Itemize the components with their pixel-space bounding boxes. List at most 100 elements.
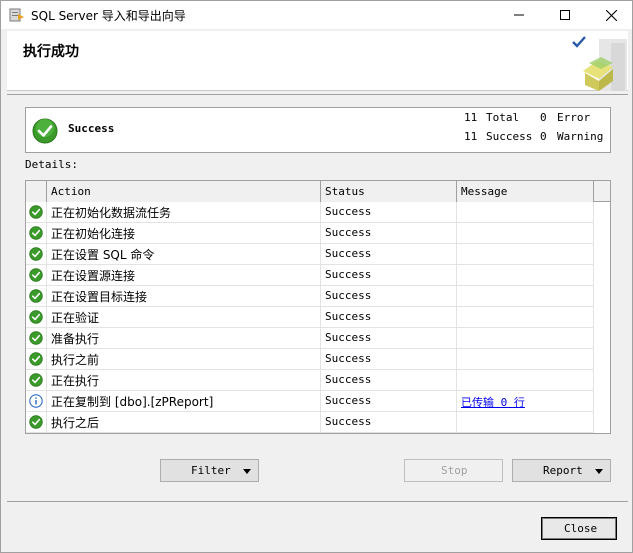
row-icon-cell (26, 244, 47, 265)
total-count: 11 (464, 111, 478, 124)
summary-status-text: Success (68, 122, 115, 135)
report-button-label: Report (543, 464, 583, 477)
row-status: Success (321, 286, 457, 307)
table-row[interactable]: 执行之前 Success (26, 349, 594, 370)
wizard-window: SQL Server 导入和导出向导 执行成功 Success 11 Total… (0, 0, 633, 553)
filter-button-label: Filter (191, 464, 231, 477)
table-row[interactable]: 正在复制到 [dbo].[zPReport] Success 已传输 0 行 (26, 391, 594, 412)
success-icon (29, 415, 43, 429)
close-icon (605, 9, 617, 21)
row-message: 已传输 0 行 (457, 391, 594, 412)
minimize-icon (514, 14, 524, 16)
row-message (457, 307, 594, 328)
row-icon-cell (26, 412, 47, 433)
row-icon-cell (26, 328, 47, 349)
row-action: 执行之后 (47, 412, 321, 433)
close-window-button[interactable] (588, 1, 633, 29)
table-row[interactable]: 正在设置源连接 Success (26, 265, 594, 286)
row-status: Success (321, 412, 457, 433)
info-icon (29, 394, 43, 408)
row-icon-cell (26, 223, 47, 244)
row-status: Success (321, 307, 457, 328)
row-action: 正在复制到 [dbo].[zPReport] (47, 391, 321, 412)
title-bar[interactable]: SQL Server 导入和导出向导 (1, 1, 632, 29)
window-title: SQL Server 导入和导出向导 (31, 9, 186, 23)
row-status: Success (321, 265, 457, 286)
error-label: Error (557, 111, 591, 124)
table-row[interactable]: 正在初始化连接 Success (26, 223, 594, 244)
row-action: 正在设置源连接 (47, 265, 321, 286)
row-icon-cell (26, 202, 47, 223)
row-message (457, 370, 594, 391)
header-action[interactable]: Action (47, 181, 321, 202)
success-icon (29, 247, 43, 261)
row-action: 正在执行 (47, 370, 321, 391)
success-icon (29, 331, 43, 345)
row-status: Success (321, 349, 457, 370)
page-title: 执行成功 (23, 44, 79, 60)
success-icon (29, 289, 43, 303)
chevron-down-icon (243, 469, 251, 474)
row-status: Success (321, 244, 457, 265)
table-row[interactable]: 正在初始化数据流任务 Success (26, 202, 594, 223)
table-row[interactable]: 执行之后 Success (26, 412, 594, 433)
chevron-down-icon (595, 469, 603, 474)
success-label: Success (486, 130, 533, 143)
row-message (457, 244, 594, 265)
success-icon (29, 373, 43, 387)
row-icon-cell (26, 265, 47, 286)
table-row[interactable]: 正在设置 SQL 命令 Success (26, 244, 594, 265)
row-status: Success (321, 328, 457, 349)
row-status: Success (321, 223, 457, 244)
success-icon (29, 226, 43, 240)
warning-label: Warning (557, 130, 604, 143)
header-band: 执行成功 (7, 31, 628, 91)
table-row[interactable]: 正在执行 Success (26, 370, 594, 391)
table-row[interactable]: 准备执行 Success (26, 328, 594, 349)
filter-button[interactable]: Filter (160, 459, 259, 482)
details-label: Details: (25, 158, 78, 171)
maximize-button[interactable] (542, 1, 588, 29)
row-action: 执行之前 (47, 349, 321, 370)
row-icon-cell (26, 286, 47, 307)
row-message (457, 265, 594, 286)
header-message[interactable]: Message (457, 181, 594, 202)
separator (7, 501, 628, 502)
details-grid[interactable]: Action Status Message 正在初始化数据流任务 Success 正… (25, 180, 611, 434)
row-icon-cell (26, 349, 47, 370)
row-message (457, 349, 594, 370)
success-icon (29, 205, 43, 219)
stop-button-label: Stop (441, 464, 468, 477)
table-row[interactable]: 正在设置目标连接 Success (26, 286, 594, 307)
success-icon (29, 268, 43, 282)
row-message (457, 286, 594, 307)
success-icon (32, 118, 58, 144)
row-message (457, 328, 594, 349)
row-icon-cell (26, 307, 47, 328)
table-row[interactable]: 正在验证 Success (26, 307, 594, 328)
row-message (457, 202, 594, 223)
wizard-logo-icon (572, 36, 627, 91)
success-count: 11 (464, 130, 478, 143)
maximize-icon (560, 10, 570, 20)
row-message-link[interactable]: 已传输 0 行 (461, 396, 525, 409)
report-button[interactable]: Report (512, 459, 611, 482)
header-icon-column (26, 181, 47, 202)
row-action: 正在初始化连接 (47, 223, 321, 244)
error-count: 0 (540, 111, 547, 124)
row-action: 准备执行 (47, 328, 321, 349)
header-status[interactable]: Status (321, 181, 457, 202)
warning-count: 0 (540, 130, 547, 143)
close-button[interactable]: Close (541, 517, 617, 540)
row-message (457, 412, 594, 433)
row-action: 正在初始化数据流任务 (47, 202, 321, 223)
separator (7, 94, 628, 95)
stop-button[interactable]: Stop (404, 459, 503, 482)
minimize-button[interactable] (496, 1, 542, 29)
row-status: Success (321, 370, 457, 391)
success-icon (29, 352, 43, 366)
row-status: Success (321, 391, 457, 412)
row-action: 正在验证 (47, 307, 321, 328)
row-message (457, 223, 594, 244)
total-label: Total (486, 111, 520, 124)
